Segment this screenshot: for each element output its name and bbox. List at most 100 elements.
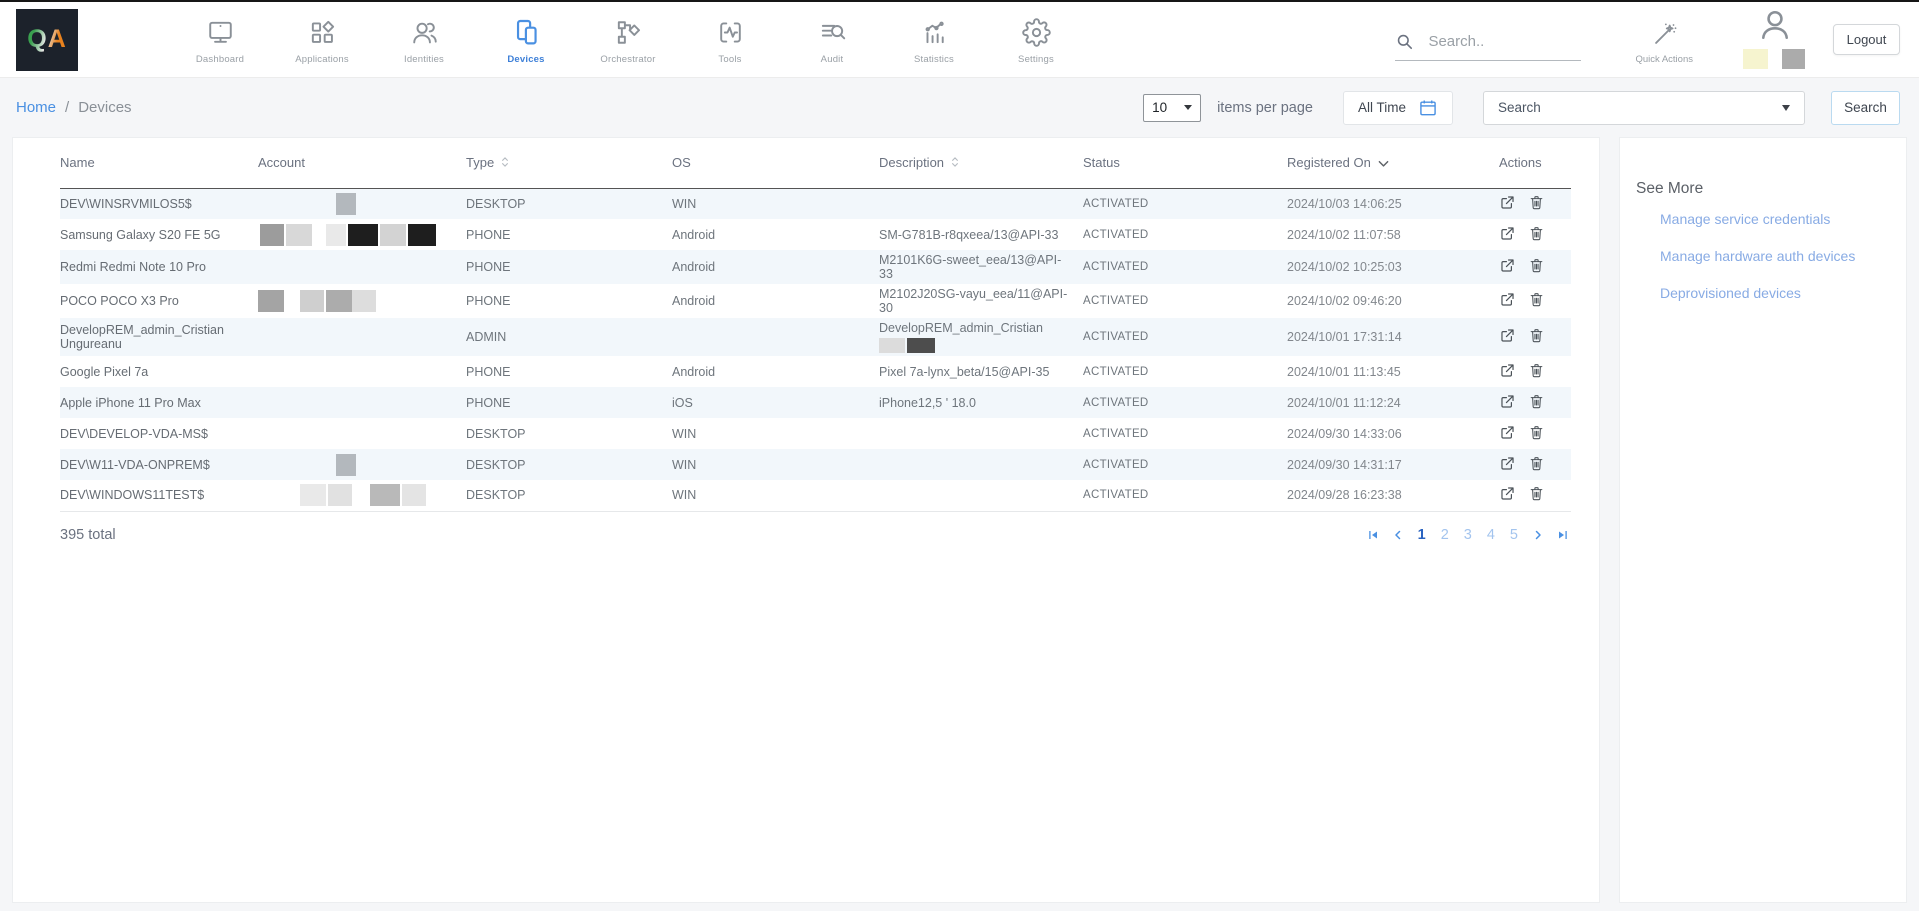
- sort-desc-icon: [1378, 156, 1389, 171]
- device-status-cell: ACTIVATED: [1083, 219, 1287, 250]
- open-device-button[interactable]: [1499, 291, 1516, 308]
- nav-item-audit[interactable]: Audit: [794, 14, 870, 65]
- devices-table: NameAccountTypeOSDescriptionStatusRegist…: [60, 138, 1571, 512]
- nav-item-label: Devices: [507, 54, 544, 65]
- search-button[interactable]: Search: [1831, 91, 1900, 125]
- redacted-username-block: [1782, 49, 1805, 69]
- search-field-dropdown-label: Search: [1498, 100, 1541, 115]
- device-os-cell: WIN: [672, 449, 879, 480]
- statistics-icon: [920, 18, 949, 47]
- nav-item-statistics[interactable]: Statistics: [896, 14, 972, 65]
- page-size-select[interactable]: 10: [1143, 94, 1201, 122]
- page-content: NameAccountTypeOSDescriptionStatusRegist…: [0, 137, 1919, 903]
- time-filter-button[interactable]: All Time: [1343, 91, 1453, 125]
- pagination-page-2[interactable]: 2: [1440, 527, 1450, 543]
- open-device-button[interactable]: [1499, 424, 1516, 441]
- device-account-cell: [258, 250, 466, 284]
- delete-device-button[interactable]: [1528, 291, 1545, 308]
- column-header-description[interactable]: Description: [879, 138, 1083, 188]
- delete-device-button[interactable]: [1528, 362, 1545, 379]
- device-status-cell: ACTIVATED: [1083, 387, 1287, 418]
- nav-item-dashboard[interactable]: Dashboard: [182, 14, 258, 65]
- delete-device-button[interactable]: [1528, 194, 1545, 211]
- redacted-account-block: [328, 484, 352, 506]
- device-name-cell: DEV\DEVELOP-VDA-MS$: [60, 418, 258, 449]
- open-device-button[interactable]: [1499, 485, 1516, 502]
- pagination-last-button[interactable]: [1557, 529, 1569, 541]
- delete-device-button[interactable]: [1528, 455, 1545, 472]
- nav-item-tools[interactable]: Tools: [692, 14, 768, 65]
- nav-item-identities[interactable]: Identities: [386, 14, 462, 65]
- see-more-link-manage-service-credentials[interactable]: Manage service credentials: [1660, 211, 1892, 227]
- device-account-cell: [258, 449, 466, 480]
- pagination-next-button[interactable]: [1532, 529, 1544, 541]
- pagination-page-5[interactable]: 5: [1509, 527, 1519, 543]
- device-actions-cell: [1499, 318, 1571, 356]
- device-registered-cell: 2024/09/28 16:23:38: [1287, 480, 1499, 511]
- open-device-button[interactable]: [1499, 393, 1516, 410]
- open-device-button[interactable]: [1499, 362, 1516, 379]
- pagination-prev-button[interactable]: [1392, 529, 1404, 541]
- table-row: DEV\W11-VDA-ONPREM$DESKTOPWINACTIVATED20…: [60, 449, 1571, 480]
- device-description-cell: M2101K6G-sweet_eea/13@API-33: [879, 250, 1083, 284]
- device-os-cell: Android: [672, 356, 879, 387]
- device-os-cell: Android: [672, 250, 879, 284]
- nav-item-devices[interactable]: Devices: [488, 14, 564, 65]
- delete-device-button[interactable]: [1528, 424, 1545, 441]
- identities-icon: [410, 18, 439, 47]
- device-status-cell: ACTIVATED: [1083, 318, 1287, 356]
- wand-icon: [1651, 21, 1678, 48]
- delete-device-button[interactable]: [1528, 257, 1545, 274]
- open-device-button[interactable]: [1499, 257, 1516, 274]
- device-registered-cell: 2024/10/01 17:31:14: [1287, 318, 1499, 356]
- column-header-label: Type: [466, 155, 494, 170]
- nav-item-orchestrator[interactable]: Orchestrator: [590, 14, 666, 65]
- device-type-cell: PHONE: [466, 387, 672, 418]
- pagination-page-4[interactable]: 4: [1486, 527, 1496, 543]
- device-account-cell: [258, 387, 466, 418]
- devices-table-body: DEV\WINSRVMILOS5$DESKTOPWINACTIVATED2024…: [60, 188, 1571, 511]
- column-header-type[interactable]: Type: [466, 138, 672, 188]
- delete-device-button[interactable]: [1528, 225, 1545, 242]
- open-device-button[interactable]: [1499, 455, 1516, 472]
- redacted-account-block: [336, 454, 356, 476]
- device-description-cell: [879, 418, 1083, 449]
- delete-device-button[interactable]: [1528, 393, 1545, 410]
- global-search-input[interactable]: [1428, 33, 1581, 50]
- breadcrumb-home-link[interactable]: Home: [16, 99, 56, 116]
- quick-actions-button[interactable]: Quick Actions: [1635, 15, 1693, 65]
- global-search[interactable]: [1395, 32, 1581, 61]
- nav-item-label: Settings: [1018, 54, 1054, 65]
- open-device-button[interactable]: [1499, 194, 1516, 211]
- pagination-first-button[interactable]: [1367, 529, 1379, 541]
- device-type-cell: DESKTOP: [466, 418, 672, 449]
- device-account-cell: [258, 418, 466, 449]
- column-header-label: Actions: [1499, 155, 1542, 170]
- see-more-link-manage-hardware-auth-devices[interactable]: Manage hardware auth devices: [1660, 248, 1892, 264]
- see-more-link-deprovisioned-devices[interactable]: Deprovisioned devices: [1660, 285, 1892, 301]
- device-os-cell: WIN: [672, 480, 879, 511]
- device-status-cell: ACTIVATED: [1083, 449, 1287, 480]
- nav-item-applications[interactable]: Applications: [284, 14, 360, 65]
- delete-device-button[interactable]: [1528, 485, 1545, 502]
- search-field-dropdown[interactable]: Search: [1483, 91, 1805, 125]
- nav-item-settings[interactable]: Settings: [998, 14, 1074, 65]
- see-more-links: Manage service credentials Manage hardwar…: [1634, 211, 1892, 301]
- device-actions-cell: [1499, 284, 1571, 318]
- device-os-cell: Android: [672, 219, 879, 250]
- device-registered-cell: 2024/10/01 11:13:45: [1287, 356, 1499, 387]
- user-area: [1743, 7, 1807, 73]
- open-device-button[interactable]: [1499, 327, 1516, 344]
- table-footer: 395 total 12345: [13, 512, 1599, 543]
- pagination-page-1[interactable]: 1: [1417, 527, 1427, 543]
- delete-device-button[interactable]: [1528, 327, 1545, 344]
- avatar[interactable]: [1757, 7, 1793, 43]
- app-logo[interactable]: QA: [16, 9, 78, 71]
- redacted-account-block: [260, 224, 284, 246]
- logout-button[interactable]: Logout: [1833, 24, 1900, 55]
- column-header-registered-on[interactable]: Registered On: [1287, 138, 1499, 188]
- open-device-button[interactable]: [1499, 225, 1516, 242]
- device-actions-cell: [1499, 356, 1571, 387]
- pagination-page-3[interactable]: 3: [1463, 527, 1473, 543]
- device-registered-cell: 2024/10/02 09:46:20: [1287, 284, 1499, 318]
